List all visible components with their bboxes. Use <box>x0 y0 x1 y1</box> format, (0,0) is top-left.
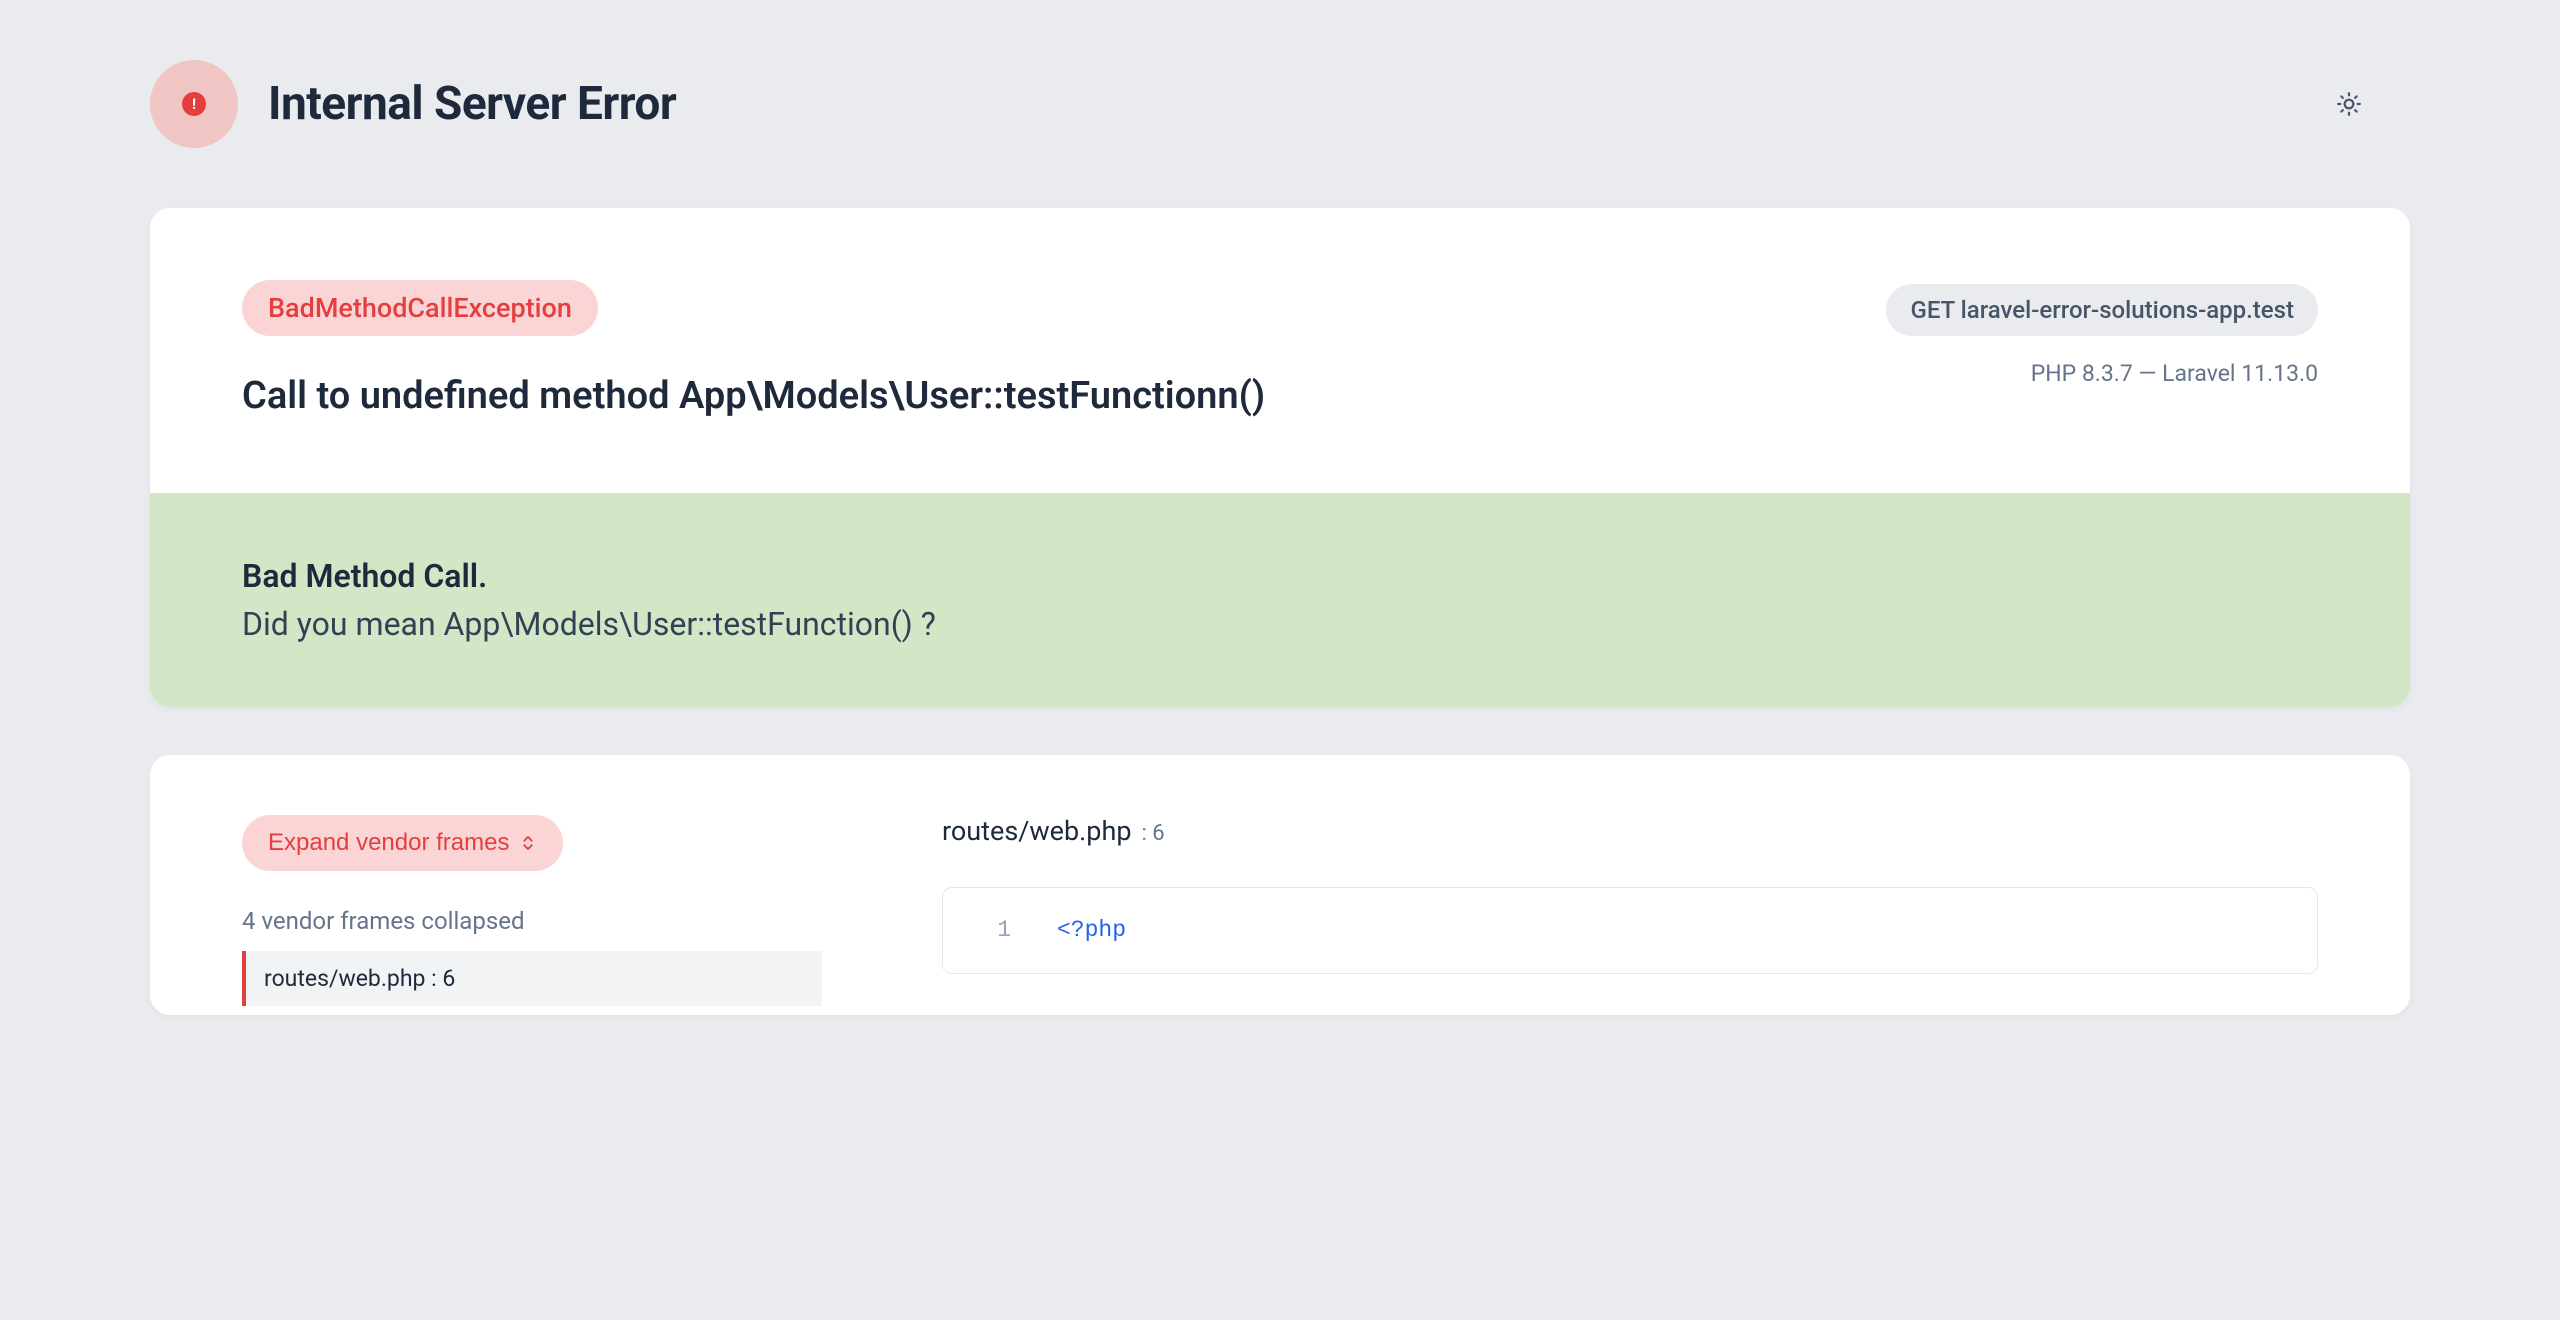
page-title: Internal Server Error <box>268 77 676 131</box>
exception-summary: BadMethodCallException Call to undefined… <box>150 208 2410 493</box>
theme-toggle-button[interactable] <box>2328 83 2370 125</box>
expand-button-label: Expand vendor frames <box>268 829 509 857</box>
request-badge: GET laravel-error-solutions-app.test <box>1886 284 2318 336</box>
file-line: : 6 <box>1141 821 1164 846</box>
line-number: 1 <box>971 912 1011 949</box>
exclamation-icon: ! <box>182 92 206 116</box>
chevron-up-down-icon <box>519 834 537 852</box>
collapsed-frames-label: 4 vendor frames collapsed <box>242 907 822 935</box>
page-header: ! Internal Server Error <box>110 60 2450 208</box>
code-line: 1 <?php <box>943 908 2317 953</box>
file-header: routes/web.php : 6 <box>942 815 2318 847</box>
code-viewer: routes/web.php : 6 1 <?php <box>942 815 2318 1015</box>
stack-trace-card: Expand vendor frames 4 vendor frames col… <box>150 755 2410 1015</box>
exception-name-badge: BadMethodCallException <box>242 280 598 336</box>
file-path: routes/web.php <box>942 815 1131 847</box>
header-left: ! Internal Server Error <box>150 60 676 148</box>
exception-details: BadMethodCallException Call to undefined… <box>242 280 1826 421</box>
expand-vendor-frames-button[interactable]: Expand vendor frames <box>242 815 563 871</box>
sun-icon <box>2336 91 2362 117</box>
stack-frames-list: Expand vendor frames 4 vendor frames col… <box>242 815 822 1015</box>
version-info: PHP 8.3.7 — Laravel 11.13.0 <box>1886 360 2318 387</box>
request-info: GET laravel-error-solutions-app.test PHP… <box>1886 280 2318 387</box>
suggestion-title: Bad Method Call. <box>242 557 2318 595</box>
error-icon: ! <box>150 60 238 148</box>
code-block: 1 <?php <box>942 887 2318 974</box>
suggestion-text: Did you mean App\Models\User::testFuncti… <box>242 605 2318 643</box>
exception-message: Call to undefined method App\Models\User… <box>242 372 1826 421</box>
stack-frame-active[interactable]: routes/web.php : 6 <box>242 951 822 1006</box>
exception-card: BadMethodCallException Call to undefined… <box>150 208 2410 707</box>
suggestion-panel: Bad Method Call. Did you mean App\Models… <box>150 493 2410 707</box>
code-text: <?php <box>1057 912 1126 949</box>
